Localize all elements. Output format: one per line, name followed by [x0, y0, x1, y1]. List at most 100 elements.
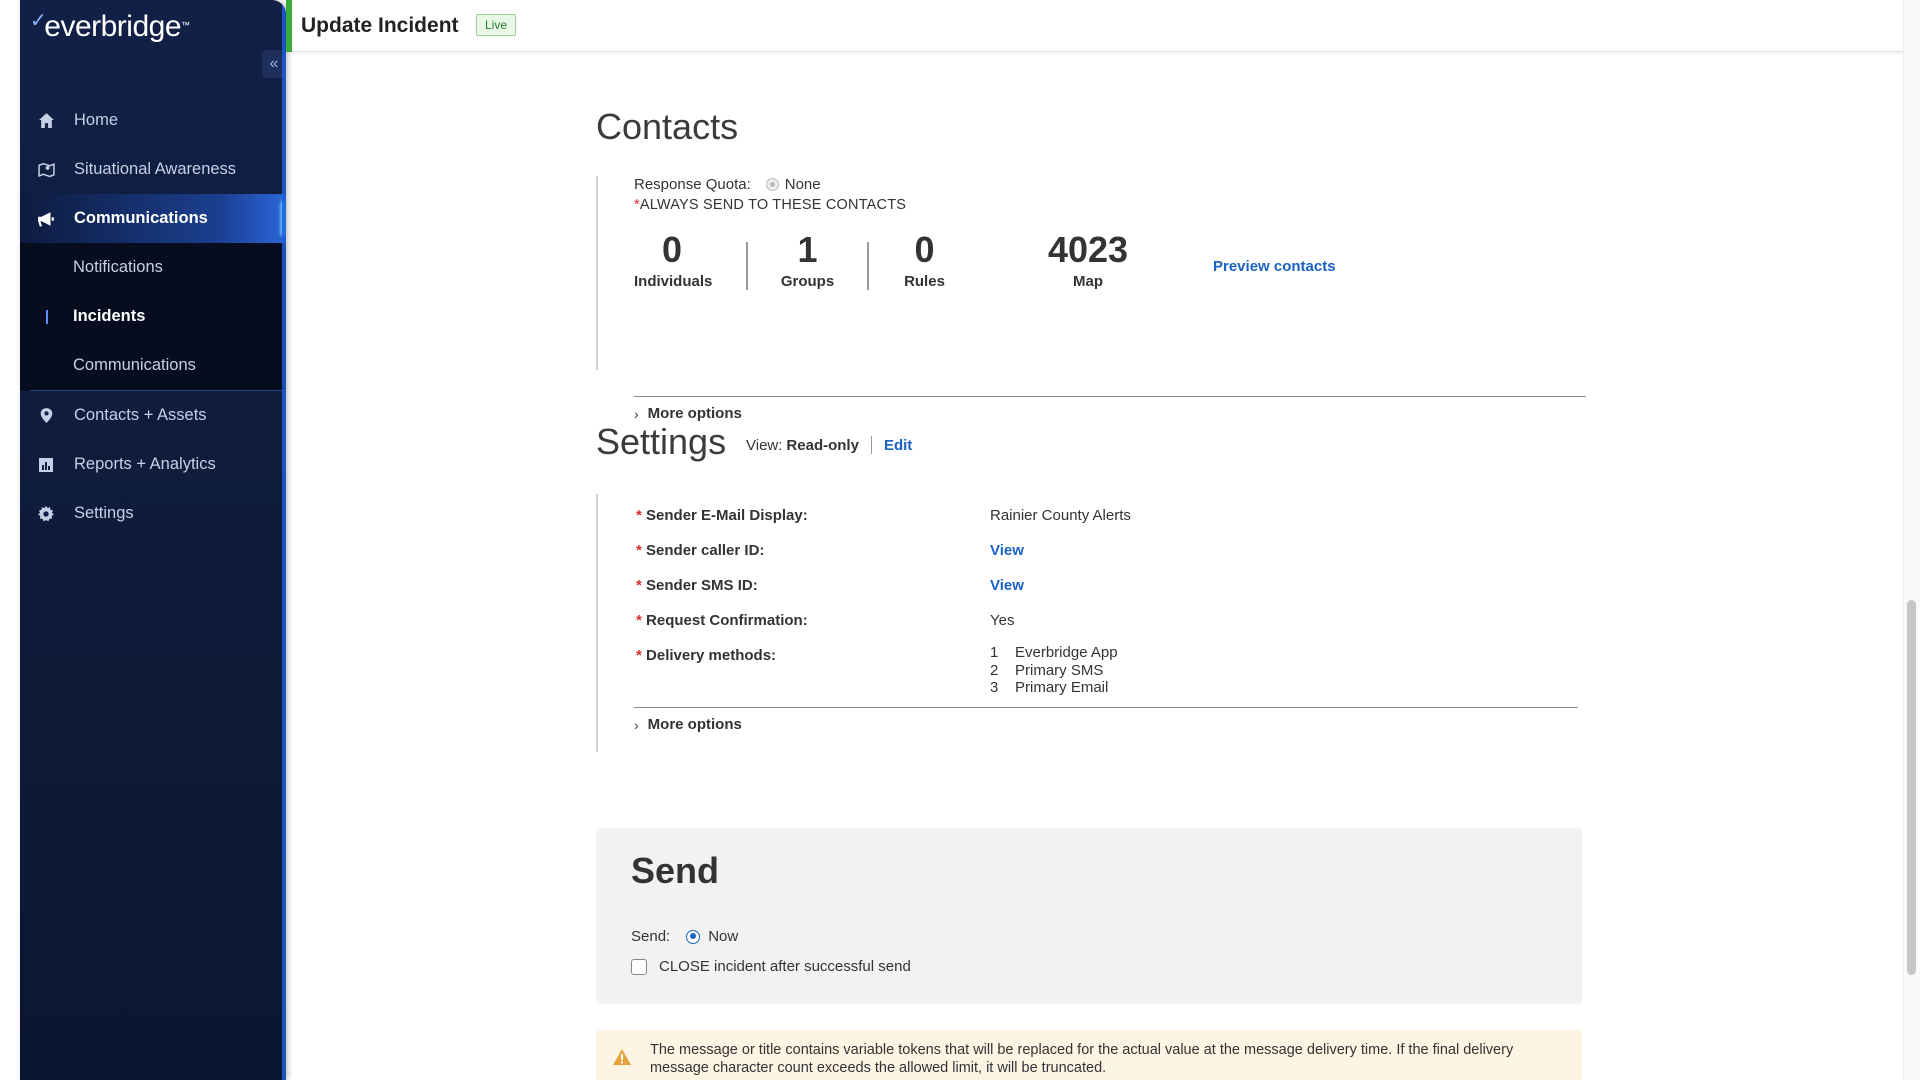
stat-value: 0 — [661, 229, 683, 270]
sidebar-item-contacts-assets[interactable]: Contacts + Assets — [20, 391, 286, 440]
view-caller-id-link[interactable]: View — [990, 542, 1024, 559]
delivery-method-item: 1 Everbridge App — [990, 644, 1118, 661]
variable-token-warning: The message or title contains variable t… — [596, 1030, 1582, 1080]
required-star: * — [636, 612, 642, 629]
subnav-item-label: Communications — [73, 356, 196, 374]
communications-subnav: Notifications Incidents Communications — [20, 243, 286, 391]
response-quota-label: Response Quota: — [634, 176, 751, 193]
send-timing: Send: Now — [631, 928, 738, 945]
everbridge-logo[interactable]: ✓ everbridge ™ — [30, 10, 190, 44]
contact-stats: 0 Individuals 1 Groups 0 Rules 4023 Map — [634, 230, 1142, 290]
chart-icon — [36, 455, 56, 475]
sidebar-item-situational-awareness[interactable]: Situational Awareness — [20, 145, 286, 194]
view-mode: Read-only — [786, 436, 859, 454]
close-incident-checkbox[interactable] — [631, 958, 647, 975]
stat-label: Map — [1073, 273, 1103, 290]
subnav-item-incidents[interactable]: Incidents — [20, 292, 286, 341]
status-badge: Live — [476, 14, 517, 36]
required-star: * — [636, 577, 642, 594]
required-star: * — [636, 507, 642, 524]
sidebar-item-home[interactable]: Home — [20, 96, 286, 145]
view-divider — [870, 436, 872, 454]
stat-label: Rules — [904, 273, 945, 290]
sidebar-edge-accent — [282, 0, 286, 1080]
settings-more-options[interactable]: › More options — [634, 716, 742, 733]
always-send-heading: *ALWAYS SEND TO THESE CONTACTS — [634, 197, 906, 213]
required-star: * — [636, 542, 642, 559]
chevron-right-icon: › — [634, 405, 639, 422]
settings-section-title: Settings — [596, 421, 727, 462]
settings-view-toggle: View: Read-only Edit — [746, 436, 912, 454]
page-scrollbar[interactable] — [1903, 0, 1920, 1080]
response-quota: Response Quota: None — [634, 176, 821, 193]
page-header: Update Incident Live — [286, 0, 1903, 52]
sidebar-nav: Home Situational Awareness Communication… — [20, 96, 286, 538]
stat-individuals[interactable]: 0 Individuals — [634, 229, 712, 291]
setting-value-sender-email: Rainier County Alerts — [990, 507, 1131, 524]
sidebar-item-label: Home — [74, 111, 119, 129]
sidebar-item-reports-analytics[interactable]: Reports + Analytics — [20, 440, 286, 489]
page-title: Update Incident — [301, 14, 459, 37]
contacts-more-options[interactable]: › More options — [634, 405, 742, 422]
response-quota-value: None — [784, 176, 821, 193]
setting-label-sender-email: * Sender E-Mail Display: — [636, 507, 808, 524]
always-send-label: ALWAYS SEND TO THESE CONTACTS — [639, 197, 907, 213]
setting-label-text: Request Confirmation: — [646, 612, 808, 629]
response-quota-radio — [765, 178, 779, 191]
view-sms-id-link[interactable]: View — [990, 577, 1024, 594]
preview-contacts-link[interactable]: Preview contacts — [1213, 258, 1336, 275]
setting-label-request-confirmation: * Request Confirmation: — [636, 612, 808, 629]
send-now-radio[interactable] — [686, 929, 701, 944]
sidebar-item-label: Contacts + Assets — [74, 406, 207, 424]
setting-label-text: Sender caller ID: — [646, 542, 765, 559]
scrollbar-thumb[interactable] — [1907, 600, 1916, 975]
warning-message: The message or title contains variable t… — [650, 1042, 1514, 1076]
sidebar-item-label: Communications — [74, 209, 208, 227]
send-section: Send Send: Now CLOSE incident after succ… — [596, 828, 1582, 1004]
contacts-section-title: Contacts — [596, 106, 739, 147]
gear-icon — [36, 504, 56, 524]
settings-section: * Sender E-Mail Display: Rainier County … — [596, 494, 1580, 752]
subnav-item-label: Notifications — [73, 258, 163, 276]
stat-rules[interactable]: 0 Rules — [869, 229, 980, 291]
sidebar-item-communications[interactable]: Communications — [20, 194, 286, 243]
chevron-right-icon: › — [634, 716, 639, 733]
subnav-item-label: Incidents — [73, 307, 146, 325]
sidebar-item-label: Situational Awareness — [74, 160, 237, 178]
stat-value: 0 — [914, 229, 935, 270]
warning-icon — [612, 1048, 632, 1066]
logo-text: everbridge — [44, 10, 182, 43]
more-options-label: More options — [647, 716, 742, 733]
setting-label-text: Sender SMS ID: — [646, 577, 758, 594]
stat-value: 4023 — [1047, 229, 1129, 270]
home-icon — [36, 111, 56, 131]
required-star: * — [636, 647, 642, 664]
setting-label-text: Sender E-Mail Display: — [646, 507, 808, 524]
logo-trademark: ™ — [181, 20, 190, 30]
close-incident-option[interactable]: CLOSE incident after successful send — [631, 958, 911, 975]
sidebar-item-settings[interactable]: Settings — [20, 489, 286, 538]
close-incident-label[interactable]: CLOSE incident after successful send — [659, 958, 911, 975]
stat-groups[interactable]: 1 Groups — [748, 229, 867, 291]
send-section-title: Send — [631, 850, 720, 891]
setting-value-request-confirmation: Yes — [990, 612, 1015, 629]
send-now-label[interactable]: Now — [708, 928, 738, 945]
settings-divider — [634, 707, 1578, 708]
stat-label: Groups — [780, 273, 835, 290]
sidebar-item-label: Settings — [74, 504, 134, 522]
location-pin-icon — [36, 406, 56, 426]
delivery-method-item: 3 Primary Email — [990, 679, 1109, 696]
subnav-item-communications[interactable]: Communications — [20, 341, 286, 390]
subnav-item-notifications[interactable]: Notifications — [20, 243, 286, 292]
delivery-methods-list: 1 Everbridge App 2 Primary SMS 3 Primary Em… — [990, 644, 1118, 697]
setting-label-text: Delivery methods: — [646, 647, 777, 664]
contacts-divider — [634, 396, 1586, 397]
more-options-label: More options — [647, 405, 742, 422]
left-gutter — [0, 0, 20, 1080]
edit-settings-link[interactable]: Edit — [884, 437, 912, 454]
contacts-section: Response Quota: None *ALWAYS SEND TO THE… — [596, 176, 1586, 422]
stat-value: 1 — [797, 229, 818, 270]
stat-map[interactable]: 4023 Map — [1034, 229, 1142, 291]
setting-label-delivery-methods: * Delivery methods: — [636, 647, 776, 664]
sidebar: ✓ everbridge ™ « Home Situational Awaren… — [20, 0, 286, 1080]
